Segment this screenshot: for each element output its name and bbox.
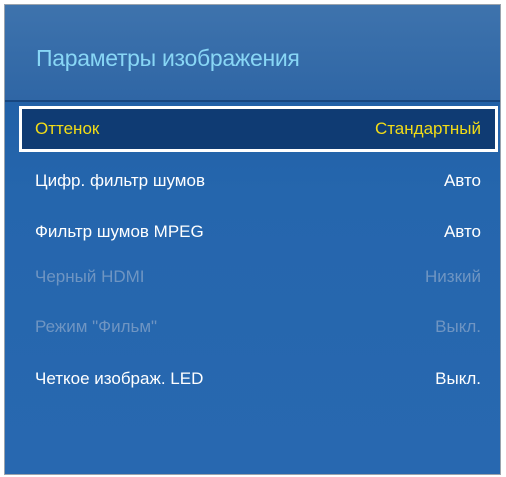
- menu-item-tint[interactable]: Оттенок Стандартный: [19, 106, 498, 152]
- menu-item-value: Авто: [443, 171, 481, 190]
- menu-item-digital-noise-filter[interactable]: Цифр. фильтр шумов Авто: [19, 158, 498, 204]
- menu-item-label: Фильтр шумов MPEG: [35, 222, 204, 241]
- menu-item-label: Режим "Фильм": [35, 317, 158, 336]
- menu-item-value: Авто: [443, 222, 481, 241]
- menu-item-clear-motion-led[interactable]: Четкое изображ. LED Выкл.: [19, 356, 498, 402]
- menu-item-label: Оттенок: [35, 119, 100, 138]
- menu-item-value: Стандартный: [374, 119, 481, 138]
- menu-item-label: Черный HDMI: [35, 267, 145, 286]
- menu-item-mpeg-noise-filter[interactable]: Фильтр шумов MPEG Авто: [19, 209, 498, 255]
- menu-item-hdmi-black-level: Черный HDMI Низкий: [19, 254, 498, 300]
- panel-title: Параметры изображения: [36, 45, 300, 71]
- panel-header: Параметры изображения: [5, 5, 500, 102]
- menu-item-value: Выкл.: [435, 317, 481, 336]
- menu-item-label: Четкое изображ. LED: [35, 369, 204, 388]
- menu-item-value: Выкл.: [435, 369, 481, 388]
- picture-options-panel: Параметры изображения Оттенок Стандартны…: [4, 4, 501, 475]
- menu-item-value: Низкий: [425, 267, 481, 286]
- menu-item-film-mode: Режим "Фильм" Выкл.: [19, 304, 498, 350]
- menu-item-label: Цифр. фильтр шумов: [35, 171, 205, 190]
